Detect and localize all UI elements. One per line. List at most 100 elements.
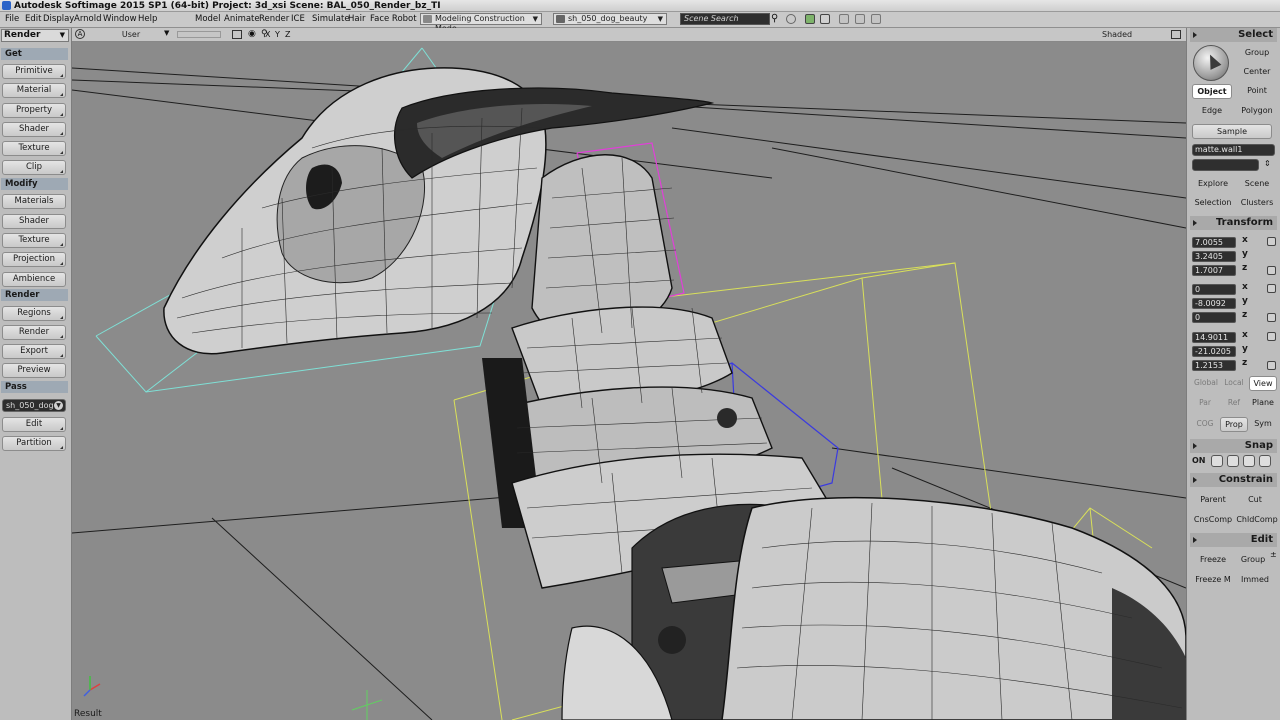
immed-button[interactable]: Immed (1235, 573, 1275, 588)
axis-y-toggle[interactable]: Y (275, 29, 280, 40)
refresh-icon[interactable] (786, 14, 796, 24)
freeze-m-button[interactable]: Freeze M (1190, 573, 1236, 588)
ambience-button[interactable]: Ambience (2, 272, 66, 287)
axis-z-toggle[interactable]: Z (285, 29, 290, 40)
primitive-button[interactable]: Primitive (2, 64, 66, 79)
cnscomp-button[interactable]: CnsComp (1190, 513, 1236, 528)
snap-grid-icon[interactable] (1259, 455, 1271, 467)
arrows-icon[interactable]: ⇕ (1264, 159, 1271, 168)
global-button[interactable]: Global (1191, 376, 1221, 391)
menu-model[interactable]: Model (195, 14, 221, 25)
layout2-icon[interactable] (855, 14, 865, 24)
menu-arnold[interactable]: Arnold (74, 14, 102, 25)
menu-render[interactable]: Render (259, 14, 289, 25)
group-button[interactable]: Group (1237, 46, 1277, 61)
cog-button[interactable]: COG (1191, 417, 1219, 432)
explore-button[interactable]: Explore (1192, 177, 1234, 192)
texture-button[interactable]: Texture (2, 141, 66, 156)
snap-point-icon[interactable] (1211, 455, 1223, 467)
layout-icon[interactable] (839, 14, 849, 24)
settings-icon[interactable] (820, 14, 830, 24)
shading-mode-selector[interactable]: Shaded (1102, 29, 1132, 40)
plane-button[interactable]: Plane (1249, 396, 1277, 411)
sym-button[interactable]: Sym (1249, 417, 1277, 432)
modify-shader-button[interactable]: Shader (2, 214, 66, 229)
center-button[interactable]: Center (1237, 65, 1277, 80)
scene-search-input[interactable]: Scene Search (680, 13, 770, 25)
rotate-tool-icon[interactable] (1267, 284, 1276, 293)
materials-button[interactable]: Materials (2, 194, 66, 209)
scale-tool-icon[interactable] (1267, 237, 1276, 246)
snap-rotate-icon[interactable] (1243, 455, 1255, 467)
cut-button[interactable]: Cut (1235, 493, 1275, 508)
snap-curve-icon[interactable] (1227, 455, 1239, 467)
layout3-icon[interactable] (871, 14, 881, 24)
menu-animate[interactable]: Animate (224, 14, 260, 25)
scale-x-field[interactable]: 7.0055 (1192, 237, 1236, 248)
menu-display[interactable]: Display (43, 14, 74, 25)
property-button[interactable]: Property (2, 103, 66, 118)
eye-icon[interactable]: ◉ (248, 29, 256, 40)
parent-button[interactable]: Parent (1192, 493, 1234, 508)
preview-button[interactable]: Preview (2, 363, 66, 378)
viewport-letter-icon[interactable]: A (75, 29, 85, 39)
axis-x-toggle[interactable]: X (265, 29, 270, 40)
edit-group-button[interactable]: Group (1235, 553, 1271, 568)
rotate-x-field[interactable]: 0 (1192, 284, 1236, 295)
selection-filter-field[interactable] (1192, 159, 1259, 171)
pass-combo[interactable]: sh_050_dog_beauty ▼ (553, 13, 667, 25)
polygon-button[interactable]: Polygon (1237, 104, 1277, 119)
projection-button[interactable]: Projection (2, 252, 66, 267)
camera-selector[interactable]: User (91, 29, 171, 40)
chevron-down-icon[interactable]: ▼ (164, 29, 169, 37)
pass-edit-button[interactable]: Edit (2, 417, 66, 432)
shader-button[interactable]: Shader (2, 122, 66, 137)
mode-combo[interactable]: Modeling Construction Mode ▼ (420, 13, 542, 33)
scene-button[interactable]: Scene (1237, 177, 1277, 192)
chldcomp-button[interactable]: ChldComp (1235, 513, 1279, 528)
point-button[interactable]: Point (1237, 84, 1277, 99)
menu-ice[interactable]: ICE (291, 14, 305, 25)
regions-button[interactable]: Regions (2, 306, 66, 321)
render-button[interactable]: Render (2, 325, 66, 340)
translate-z-field[interactable]: 1.2153 (1192, 360, 1236, 371)
clip-button[interactable]: Clip (2, 160, 66, 175)
translate-x-field[interactable]: 14.9011 (1192, 332, 1236, 343)
menu-window[interactable]: Window (103, 14, 137, 25)
rotate-lock-icon[interactable] (1267, 313, 1276, 322)
scale-lock-icon[interactable] (1267, 266, 1276, 275)
plus-minus-icon[interactable]: ± (1270, 550, 1277, 559)
rotate-y-field[interactable]: -8.0092 (1192, 298, 1236, 309)
par-button[interactable]: Par (1191, 396, 1219, 411)
clusters-button[interactable]: Clusters (1237, 196, 1277, 211)
selection-button[interactable]: Selection (1190, 196, 1236, 211)
select-tool-icon[interactable] (1193, 45, 1229, 81)
camera-icon[interactable] (232, 30, 242, 39)
view-button[interactable]: View (1249, 376, 1277, 391)
edge-button[interactable]: Edge (1192, 104, 1232, 119)
selection-name-field[interactable]: matte.wall1 (1192, 144, 1275, 156)
sample-button[interactable]: Sample (1192, 124, 1272, 139)
memo-camera-slots[interactable] (177, 31, 221, 38)
viewport[interactable]: A User ▼ ◉ ⚲ X Y Z Shaded Result (72, 28, 1186, 720)
freeze-button[interactable]: Freeze (1192, 553, 1234, 568)
ref-button[interactable]: Ref (1220, 396, 1248, 411)
material-button[interactable]: Material (2, 83, 66, 98)
object-button[interactable]: Object (1192, 84, 1232, 99)
translate-lock-icon[interactable] (1267, 361, 1276, 370)
menu-edit[interactable]: Edit (25, 14, 41, 25)
translate-tool-icon[interactable] (1267, 332, 1276, 341)
maximize-icon[interactable] (1171, 30, 1181, 39)
search-icon[interactable]: ⚲ (771, 14, 781, 24)
snap-on-toggle[interactable]: ON (1192, 456, 1206, 465)
local-button[interactable]: Local (1220, 376, 1248, 391)
export-button[interactable]: Export (2, 344, 66, 359)
pass-field[interactable]: sh_050_dog ▼ (2, 399, 66, 412)
menu-face-robot[interactable]: Face Robot (370, 14, 417, 25)
scale-y-field[interactable]: 3.2405 (1192, 251, 1236, 262)
scale-z-field[interactable]: 1.7007 (1192, 265, 1236, 276)
ok-icon[interactable] (805, 14, 815, 24)
modify-texture-button[interactable]: Texture (2, 233, 66, 248)
menu-simulate[interactable]: Simulate (312, 14, 350, 25)
menu-help[interactable]: Help (138, 14, 157, 25)
